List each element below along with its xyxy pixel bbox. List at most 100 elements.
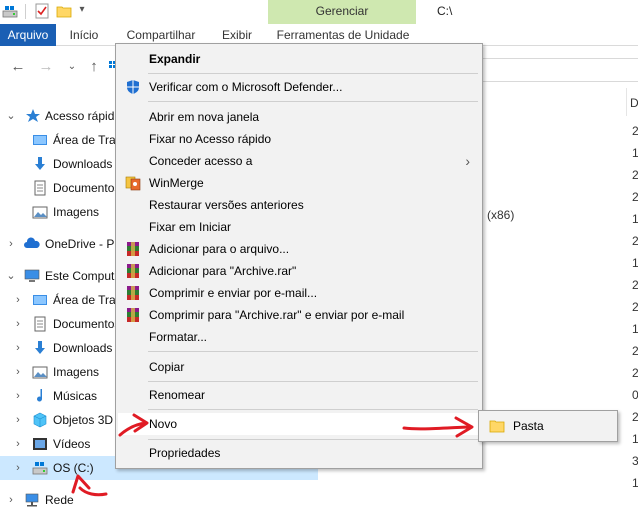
menu-separator bbox=[148, 73, 478, 74]
menu-item-propriedades[interactable]: Propriedades bbox=[118, 442, 480, 464]
menu-item-copiar[interactable]: Copiar bbox=[118, 356, 480, 378]
tree-network[interactable]: › Rede bbox=[0, 488, 318, 512]
chevron-right-icon[interactable]: › bbox=[6, 232, 16, 256]
date-cell[interactable]: 2 bbox=[632, 190, 638, 204]
date-column-header[interactable]: D bbox=[630, 96, 638, 110]
menu-item-expandir[interactable]: Expandir bbox=[118, 48, 480, 70]
downloads-icon bbox=[35, 157, 45, 170]
chevron-right-icon[interactable]: › bbox=[13, 432, 23, 456]
customize-quick-access-icon[interactable]: ▾ bbox=[74, 2, 90, 18]
cube-icon bbox=[33, 412, 47, 428]
forward-arrow-icon[interactable]: → bbox=[38, 59, 54, 75]
date-cell[interactable]: 1 bbox=[632, 322, 638, 336]
file-row-fragment[interactable]: (x86) bbox=[487, 208, 514, 222]
network-icon bbox=[25, 493, 39, 507]
winrar-icon bbox=[127, 308, 139, 322]
date-cell[interactable]: 0 bbox=[632, 388, 638, 402]
chevron-right-icon: › bbox=[465, 416, 470, 432]
desktop-folder-icon bbox=[33, 135, 47, 145]
menu-item-verificar-defender[interactable]: Verificar com o Microsoft Defender... bbox=[118, 76, 480, 98]
file-explorer-window: ▾ Gerenciar C:\ Arquivo Início Compartil… bbox=[0, 0, 638, 528]
chevron-down-icon[interactable]: ⌄ bbox=[6, 104, 16, 128]
date-cell[interactable]: 3 bbox=[632, 454, 638, 468]
tab-inicio[interactable]: Início bbox=[60, 24, 108, 46]
date-cell[interactable]: 2 bbox=[632, 168, 638, 182]
menu-item-winmerge[interactable]: WinMerge bbox=[118, 172, 480, 194]
date-cell[interactable]: 2 bbox=[632, 124, 638, 138]
quick-access-separator bbox=[25, 4, 26, 19]
date-cell[interactable]: 2 bbox=[632, 410, 638, 424]
menu-item-adicionar-arquivo[interactable]: Adicionar para o arquivo... bbox=[118, 238, 480, 260]
drive-icon bbox=[32, 462, 48, 475]
properties-check-icon[interactable] bbox=[34, 3, 50, 19]
menu-separator bbox=[148, 439, 478, 440]
defender-shield-icon bbox=[127, 80, 139, 94]
title-bar: ▾ Gerenciar C:\ bbox=[0, 0, 638, 24]
chevron-right-icon[interactable]: › bbox=[13, 312, 23, 336]
menu-item-novo[interactable]: Novo › bbox=[118, 413, 480, 435]
submenu-novo: Pasta bbox=[478, 410, 618, 442]
date-cell[interactable]: 2 bbox=[632, 300, 638, 314]
menu-item-abrir-nova-janela[interactable]: Abrir em nova janela bbox=[118, 106, 480, 128]
date-cell[interactable]: 2 bbox=[632, 344, 638, 358]
context-menu: Expandir Verificar com o Microsoft Defen… bbox=[115, 43, 483, 469]
date-cell[interactable]: 1 bbox=[632, 256, 638, 270]
date-cell[interactable]: 2 bbox=[632, 278, 638, 292]
menu-separator bbox=[148, 101, 478, 102]
drive-icon[interactable] bbox=[2, 3, 18, 19]
folder-icon bbox=[489, 420, 505, 433]
menu-item-fixar-acesso-rapido[interactable]: Fixar no Acesso rápido bbox=[118, 128, 480, 150]
computer-icon bbox=[24, 269, 40, 282]
chevron-right-icon[interactable]: › bbox=[6, 488, 16, 512]
documents-icon bbox=[34, 180, 46, 196]
search-input[interactable] bbox=[482, 58, 638, 82]
documents-icon bbox=[34, 316, 46, 332]
menu-item-restaurar-versoes[interactable]: Restaurar versões anteriores bbox=[118, 194, 480, 216]
tab-arquivo[interactable]: Arquivo bbox=[0, 24, 56, 46]
pictures-icon bbox=[32, 366, 48, 379]
cloud-icon bbox=[24, 237, 40, 248]
chevron-right-icon[interactable]: › bbox=[13, 360, 23, 384]
up-arrow-icon[interactable]: ↑ bbox=[86, 59, 102, 75]
submenu-item-pasta[interactable]: Pasta bbox=[481, 415, 615, 437]
back-arrow-icon[interactable]: ← bbox=[10, 59, 26, 75]
pictures-icon bbox=[32, 206, 48, 219]
menu-item-fixar-iniciar[interactable]: Fixar em Iniciar bbox=[118, 216, 480, 238]
chevron-right-icon[interactable]: › bbox=[13, 336, 23, 360]
menu-item-comprimir-archive-rar-email[interactable]: Comprimir para "Archive.rar" e enviar po… bbox=[118, 304, 480, 326]
date-cell[interactable]: 1 bbox=[632, 432, 638, 446]
date-cell[interactable]: 1 bbox=[632, 146, 638, 160]
music-icon bbox=[37, 389, 42, 402]
date-cell[interactable]: 2 bbox=[632, 366, 638, 380]
winrar-icon bbox=[127, 264, 139, 278]
winrar-icon bbox=[127, 242, 139, 256]
new-folder-icon[interactable] bbox=[56, 3, 72, 19]
menu-separator bbox=[148, 409, 478, 410]
chevron-right-icon[interactable]: › bbox=[13, 408, 23, 432]
date-cell[interactable]: 1 bbox=[632, 212, 638, 226]
date-cell[interactable]: 2 bbox=[632, 234, 638, 248]
manage-context-tab[interactable]: Gerenciar bbox=[268, 0, 416, 24]
menu-item-comprimir-enviar-email[interactable]: Comprimir e enviar por e-mail... bbox=[118, 282, 480, 304]
date-cell[interactable]: 1 bbox=[632, 476, 638, 490]
star-icon bbox=[26, 109, 40, 122]
desktop-folder-icon bbox=[33, 295, 47, 305]
chevron-right-icon[interactable]: › bbox=[13, 288, 23, 312]
menu-item-adicionar-archive-rar[interactable]: Adicionar para "Archive.rar" bbox=[118, 260, 480, 282]
menu-separator bbox=[148, 351, 478, 352]
video-icon bbox=[33, 438, 47, 450]
winmerge-icon bbox=[125, 176, 141, 191]
window-title: C:\ bbox=[437, 4, 453, 18]
downloads-icon bbox=[35, 341, 45, 354]
chevron-right-icon: › bbox=[465, 153, 470, 169]
menu-item-renomear[interactable]: Renomear bbox=[118, 384, 480, 406]
recent-locations-icon[interactable]: ⌄ bbox=[64, 59, 80, 75]
winrar-icon bbox=[127, 286, 139, 300]
chevron-right-icon[interactable]: › bbox=[13, 456, 23, 480]
chevron-right-icon[interactable]: › bbox=[13, 384, 23, 408]
menu-item-conceder-acesso[interactable]: Conceder acesso a › bbox=[118, 150, 480, 172]
chevron-down-icon[interactable]: ⌄ bbox=[6, 264, 16, 288]
menu-separator bbox=[148, 381, 478, 382]
menu-item-formatar[interactable]: Formatar... bbox=[118, 326, 480, 348]
column-divider[interactable] bbox=[626, 88, 627, 116]
